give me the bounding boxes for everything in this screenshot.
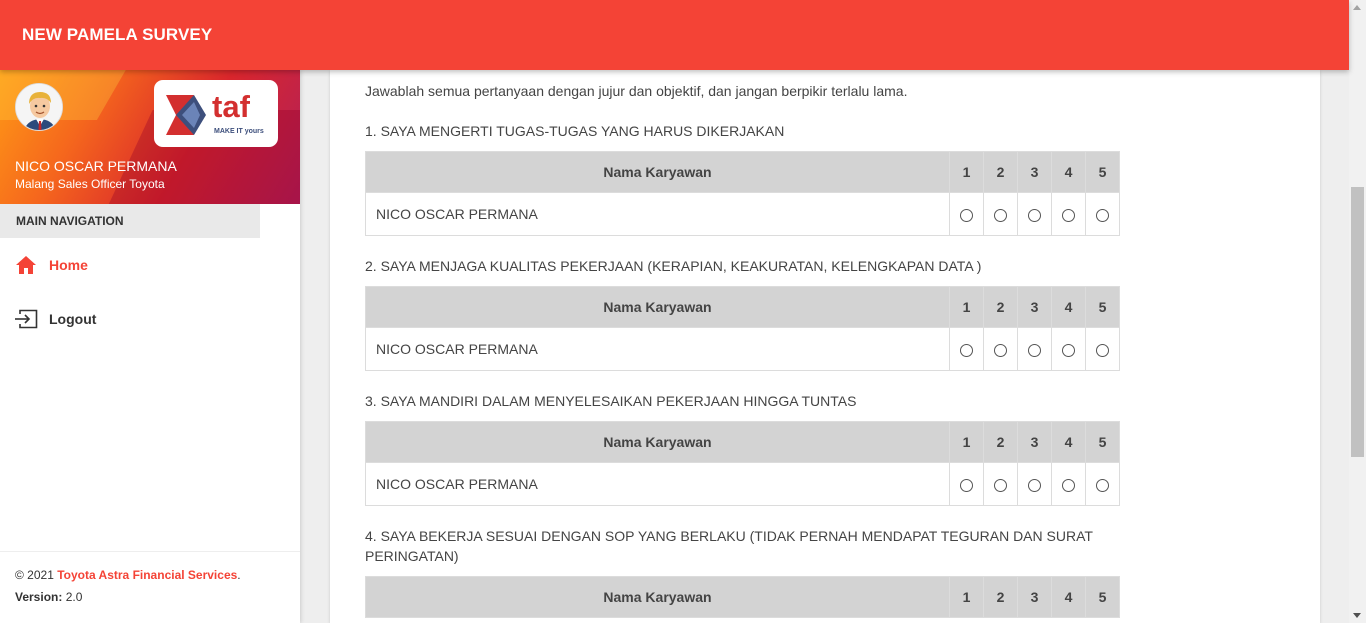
user-role: Malang Sales Officer Toyota <box>15 177 165 191</box>
column-header-name: Nama Karyawan <box>365 421 950 463</box>
taf-logo: taf MAKE IT yours <box>154 80 278 147</box>
rating-radio-3[interactable] <box>1028 478 1041 492</box>
rating-radio-4[interactable] <box>1062 208 1075 222</box>
rating-radio-1[interactable] <box>960 208 973 222</box>
rating-radio-1[interactable] <box>960 343 973 357</box>
nav-item-home[interactable]: Home <box>0 238 300 292</box>
app-title: NEW PAMELA SURVEY <box>22 25 213 44</box>
rating-radio-1[interactable] <box>960 478 973 492</box>
question-3: 3. SAYA MANDIRI DALAM MENYELESAIKAN PEKE… <box>365 393 857 409</box>
rating-radio-3[interactable] <box>1028 343 1041 357</box>
rating-radio-2[interactable] <box>994 343 1007 357</box>
employee-name: NICO OSCAR PERMANA <box>365 192 950 236</box>
version-value: 2.0 <box>65 590 83 604</box>
top-app-bar: NEW PAMELA SURVEY <box>0 0 1349 70</box>
rating-radio-4[interactable] <box>1062 478 1075 492</box>
question-4: 4. SAYA BEKERJA SESUAI DENGAN SOP YANG B… <box>365 528 1093 564</box>
column-header-name: Nama Karyawan <box>365 286 950 328</box>
rating-radio-5[interactable] <box>1096 208 1109 222</box>
nav-item-logout[interactable]: Logout <box>0 292 300 346</box>
page-scrollbar[interactable] <box>1349 0 1366 623</box>
employee-name: NICO OSCAR PERMANA <box>365 327 950 371</box>
survey-card: Jawablah semua pertanyaan dengan jujur d… <box>330 70 1320 623</box>
rating-radio-4[interactable] <box>1062 343 1075 357</box>
nav-item-label: Logout <box>49 311 97 327</box>
user-panel: taf MAKE IT yours NICO OSCAR PERMANA Mal… <box>0 70 300 204</box>
logo-text: taf <box>212 89 250 124</box>
survey-intro: Jawablah semua pertanyaan dengan jujur d… <box>365 83 908 99</box>
table-row: NICO OSCAR PERMANA <box>365 462 1120 506</box>
table-row: NICO OSCAR PERMANA <box>365 192 1120 236</box>
company-link[interactable]: Toyota Astra Financial Services <box>57 568 237 582</box>
scrollbar-thumb[interactable] <box>1351 187 1364 457</box>
table-row: NICO OSCAR PERMANA <box>365 327 1120 371</box>
legal-footer: © 2021 Toyota Astra Financial Services. … <box>0 551 300 604</box>
question-4-table: Nama Karyawan 1 2 3 4 5 <box>365 576 1120 618</box>
avatar <box>15 83 63 131</box>
column-header-name: Nama Karyawan <box>365 576 950 618</box>
rating-radio-2[interactable] <box>994 208 1007 222</box>
logo-tagline: MAKE IT yours <box>214 128 264 135</box>
employee-name: NICO OSCAR PERMANA <box>365 462 950 506</box>
question-3-table: Nama Karyawan 1 2 3 4 5 NICO OSCAR PERMA… <box>365 421 1120 506</box>
column-header-name: Nama Karyawan <box>365 151 950 193</box>
scroll-up-arrow-icon[interactable] <box>1353 5 1361 10</box>
logout-icon <box>14 307 38 331</box>
sidebar: taf MAKE IT yours NICO OSCAR PERMANA Mal… <box>0 70 300 623</box>
rating-radio-2[interactable] <box>994 478 1007 492</box>
version-label: Version: <box>15 590 63 604</box>
user-name: NICO OSCAR PERMANA <box>15 158 177 174</box>
question-2: 2. SAYA MENJAGA KUALITAS PEKERJAAN (KERA… <box>365 258 982 274</box>
rating-radio-5[interactable] <box>1096 343 1109 357</box>
question-1-table: Nama Karyawan 1 2 3 4 5 NICO OSCAR PERMA… <box>365 151 1120 236</box>
question-2-table: Nama Karyawan 1 2 3 4 5 NICO OSCAR PERMA… <box>365 286 1120 371</box>
question-1: 1. SAYA MENGERTI TUGAS-TUGAS YANG HARUS … <box>365 123 785 139</box>
rating-radio-5[interactable] <box>1096 478 1109 492</box>
rating-radio-3[interactable] <box>1028 208 1041 222</box>
nav-item-label: Home <box>49 257 88 273</box>
copyright: © 2021 <box>15 568 54 582</box>
scroll-down-arrow-icon[interactable] <box>1353 613 1361 618</box>
home-icon <box>14 253 38 277</box>
nav-header: MAIN NAVIGATION <box>0 204 260 238</box>
